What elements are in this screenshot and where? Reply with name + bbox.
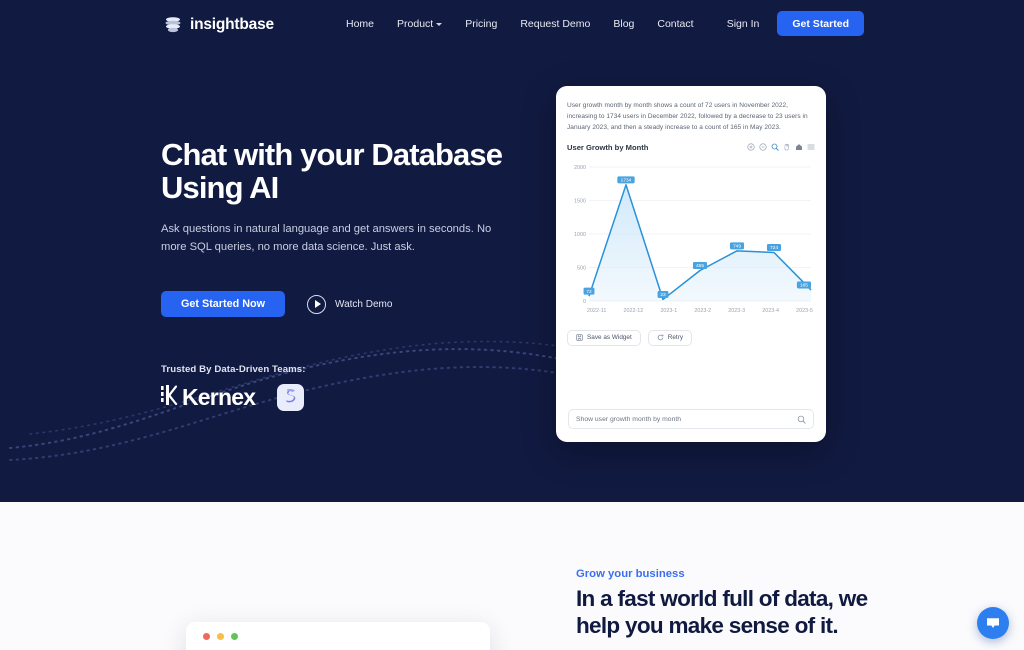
chart-area-fill [589, 184, 811, 300]
y-tick-label: 0 [583, 299, 586, 305]
hero-title-line-1: Chat with your Database [161, 137, 502, 172]
data-label: 165 [800, 282, 808, 288]
nav-item-blog[interactable]: Blog [613, 18, 634, 30]
hero-section: insightbase Home Product Pricing Request… [0, 0, 1024, 502]
kernex-k-icon [161, 384, 177, 411]
brand-logo[interactable]: insightbase [163, 15, 274, 35]
save-as-widget-button[interactable]: Save as Widget [567, 330, 641, 346]
chart-x-axis: 2022-11 2022-12 2023-1 2023-2 2023-3 202… [567, 308, 815, 314]
data-label: 749 [733, 243, 741, 249]
x-tick-label: 2022-12 [624, 308, 644, 314]
browser-mockup [186, 622, 490, 650]
reset-home-icon[interactable] [795, 143, 803, 151]
minimize-dot-icon[interactable] [217, 633, 224, 640]
section-eyebrow: Grow your business [576, 568, 685, 580]
search-input[interactable]: Show user growth month by month [576, 416, 797, 423]
x-tick-label: 2023-2 [694, 308, 711, 314]
save-widget-icon [576, 334, 583, 341]
hero-cta-group: Get Started Now Watch Demo [161, 291, 531, 317]
chat-bubble-icon [985, 615, 1001, 631]
hero-title-line-2: Using AI [161, 170, 278, 205]
watch-demo-label: Watch Demo [335, 299, 392, 310]
result-description: User growth month by month shows a count… [567, 100, 815, 134]
landing-page: insightbase Home Product Pricing Request… [0, 0, 1024, 650]
brand-name: insightbase [190, 16, 274, 34]
maximize-dot-icon[interactable] [231, 633, 238, 640]
watch-demo-button[interactable]: Watch Demo [307, 295, 392, 314]
x-tick-label: 2022-11 [587, 308, 606, 314]
retry-button[interactable]: Retry [648, 330, 692, 346]
data-label: 1734 [621, 177, 632, 183]
chart-header: User Growth by Month [567, 143, 815, 152]
nav-item-label: Pricing [465, 18, 497, 30]
chart-toolbar [747, 143, 815, 151]
partner-logos: Kernex [161, 384, 531, 411]
trusted-by-label: Trusted By Data-Driven Teams: [161, 364, 531, 375]
zoom-out-icon[interactable] [759, 143, 767, 151]
menu-icon[interactable] [807, 143, 815, 151]
data-label: 72 [586, 288, 592, 294]
nav-actions: Sign In Get Started [727, 11, 864, 36]
window-controls [203, 633, 490, 640]
chat-widget-button[interactable] [977, 607, 1009, 639]
search-icon[interactable] [797, 415, 806, 424]
nav-item-label: Blog [613, 18, 634, 30]
nav-item-request-demo[interactable]: Request Demo [520, 18, 590, 30]
hero-content: Chat with your Database Using AI Ask que… [161, 138, 531, 411]
nav-item-label: Contact [657, 18, 693, 30]
chevron-down-icon [436, 23, 442, 26]
logo-kernex: Kernex [161, 384, 255, 411]
hero-subtitle: Ask questions in natural language and ge… [161, 221, 511, 257]
nav-item-label: Request Demo [520, 18, 590, 30]
y-tick-label: 1000 [574, 232, 586, 238]
y-tick-label: 1500 [574, 198, 586, 204]
query-input-row[interactable]: Show user growth month by month [568, 409, 814, 429]
kernex-wordmark: Kernex [182, 384, 255, 411]
chat-result-card: User growth month by month shows a count… [556, 86, 826, 442]
chart-svg: 2000 1500 1000 500 072 1734 23 455 749 724 165 [567, 159, 815, 307]
x-tick-label: 2023-3 [728, 308, 745, 314]
purple-s-tile-icon [282, 387, 299, 409]
retry-label: Retry [668, 334, 683, 341]
chart-title: User Growth by Month [567, 143, 648, 152]
card-action-buttons: Save as Widget Retry [567, 330, 815, 346]
chart-panel: User Growth by Month 2000 1500 1000 500 072 1… [567, 143, 815, 314]
selection-zoom-icon[interactable] [771, 143, 779, 151]
y-tick-label: 500 [577, 265, 586, 271]
nav-item-label: Product [397, 18, 433, 30]
data-label: 724 [770, 245, 778, 251]
nav-item-label: Home [346, 18, 374, 30]
data-label: 23 [660, 292, 666, 298]
page-title: Chat with your Database Using AI [161, 138, 531, 204]
refresh-icon [657, 334, 664, 341]
stacked-disc-logo-icon [163, 15, 183, 35]
get-started-button[interactable]: Get Started [777, 11, 864, 36]
logo-purple-tile [277, 384, 304, 411]
x-tick-label: 2023-5 [796, 308, 813, 314]
navbar: insightbase Home Product Pricing Request… [0, 0, 1024, 50]
y-tick-label: 2000 [574, 165, 586, 171]
nav-item-home[interactable]: Home [346, 18, 374, 30]
play-circle-icon [307, 295, 326, 314]
panning-icon[interactable] [783, 143, 791, 151]
save-as-widget-label: Save as Widget [587, 334, 632, 341]
close-dot-icon[interactable] [203, 633, 210, 640]
x-tick-label: 2023-4 [762, 308, 779, 314]
nav-item-pricing[interactable]: Pricing [465, 18, 497, 30]
zoom-in-icon[interactable] [747, 143, 755, 151]
user-growth-chart: 2000 1500 1000 500 072 1734 23 455 749 724 165 [567, 159, 815, 307]
data-label: 455 [696, 263, 704, 269]
sign-in-link[interactable]: Sign In [727, 18, 760, 30]
get-started-now-button[interactable]: Get Started Now [161, 291, 285, 317]
nav-item-product[interactable]: Product [397, 18, 442, 30]
nav-item-contact[interactable]: Contact [657, 18, 693, 30]
nav-links: Home Product Pricing Request Demo Blog C… [346, 18, 694, 30]
section-heading: In a fast world full of data, we help yo… [576, 585, 906, 640]
x-tick-label: 2023-1 [660, 308, 677, 314]
